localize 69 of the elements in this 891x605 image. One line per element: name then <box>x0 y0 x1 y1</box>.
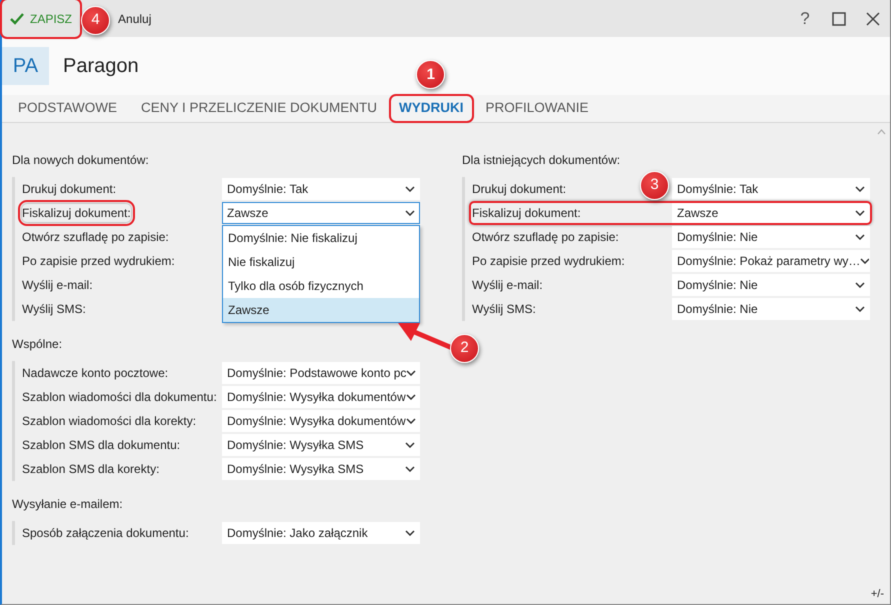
dropdown-field[interactable]: Zawsze <box>222 202 420 224</box>
chevron-down-icon <box>405 186 415 192</box>
dropdown-option[interactable]: Nie fiskalizuj <box>223 250 419 274</box>
tab[interactable]: PODSTAWOWE <box>16 96 119 121</box>
field-label: Fiskalizuj dokument: <box>472 205 581 222</box>
document-badge: PA <box>2 47 49 85</box>
field-label: Sposób załączenia dokumentu: <box>22 525 189 542</box>
field-label: Szablon SMS dla dokumentu: <box>22 437 180 454</box>
save-button[interactable]: ZAPISZ <box>2 0 80 37</box>
dropdown-field[interactable]: Domyślnie: Wysyłka dokumentów <box>222 410 420 432</box>
field-label: Wyślij e-mail: <box>22 277 93 294</box>
field-label: Drukuj dokument: <box>22 181 116 198</box>
field-label: Otwórz szufladę po zapisie: <box>472 229 619 246</box>
help-button[interactable]: ? <box>788 0 822 37</box>
scroll-up-icon <box>877 129 886 135</box>
dropdown-field[interactable]: Zawsze <box>672 202 870 224</box>
dropdown-field[interactable]: Domyślnie: Jako załącznik <box>222 522 420 544</box>
chevron-down-icon <box>855 234 865 240</box>
chevron-down-icon <box>405 442 415 448</box>
check-icon <box>10 12 24 24</box>
chevron-down-icon <box>405 530 415 536</box>
callout-marker: 3 <box>640 171 669 200</box>
chevron-down-icon <box>405 210 415 216</box>
dropdown-field[interactable]: Domyślnie: Wysyłka SMS <box>222 434 420 456</box>
dropdown-field[interactable]: Domyślnie: Nie <box>672 226 870 248</box>
field-label: Wyślij SMS: <box>472 301 536 318</box>
field-label: Po zapisie przed wydrukiem: <box>22 253 175 270</box>
field-label: Szablon wiadomości dla korekty: <box>22 413 196 430</box>
chevron-down-icon <box>855 186 865 192</box>
dropdown-field[interactable]: Domyślnie: Wysyłka SMS <box>222 458 420 480</box>
field-label: Szablon wiadomości dla dokumentu: <box>22 389 217 406</box>
section-title: Wysyłanie e-mailem: <box>12 496 124 513</box>
field-label: Szablon SMS dla korekty: <box>22 461 160 478</box>
chevron-down-icon <box>406 394 416 400</box>
document-title: Paragon <box>63 54 139 79</box>
field-label: Wyślij SMS: <box>22 301 86 318</box>
section-title: Dla nowych dokumentów: <box>12 152 150 169</box>
dropdown-option[interactable]: Tylko dla osób fizycznych <box>223 274 419 298</box>
chevron-down-icon <box>855 210 865 216</box>
dropdown-field[interactable]: Domyślnie: Pokaż parametry wy… <box>672 250 870 272</box>
dropdown-field[interactable]: Domyślnie: Tak <box>222 178 420 200</box>
dropdown-field[interactable]: Domyślnie: Tak <box>672 178 870 200</box>
chevron-down-icon <box>406 418 416 424</box>
chevron-down-icon <box>855 282 865 288</box>
chevron-down-icon <box>405 466 415 472</box>
section-title: Dla istniejących dokumentów: <box>462 152 622 169</box>
field-label: Wyślij e-mail: <box>472 277 543 294</box>
expand-toggle[interactable]: +/- <box>870 586 884 602</box>
maximize-icon <box>832 12 846 26</box>
close-icon <box>866 12 880 26</box>
cancel-button[interactable]: Anuluj <box>112 10 158 28</box>
dropdown-field[interactable]: Domyślnie: Nie <box>672 298 870 320</box>
dropdown-field[interactable]: Domyślnie: Nie <box>672 274 870 296</box>
field-label: Otwórz szufladę po zapisie: <box>22 229 169 246</box>
section-title: Wspólne: <box>12 336 64 353</box>
chevron-down-icon <box>406 370 416 376</box>
field-label: Nadawcze konto pocztowe: <box>22 365 168 382</box>
dropdown-option[interactable]: Zawsze <box>223 298 419 322</box>
callout-marker: 4 <box>81 6 110 35</box>
dropdown-field[interactable]: Domyślnie: Wysyłka dokumentów <box>222 386 420 408</box>
chevron-down-icon <box>860 258 869 264</box>
dropdown-option[interactable]: Domyślnie: Nie fiskalizuj <box>223 226 419 250</box>
field-label: Drukuj dokument: <box>472 181 566 198</box>
callout-marker: 2 <box>450 334 479 363</box>
tab[interactable]: CENY I PRZELICZENIE DOKUMENTU <box>139 96 380 121</box>
field-label: Po zapisie przed wydrukiem: <box>472 253 625 270</box>
dropdown-field[interactable]: Domyślnie: Podstawowe konto pc <box>222 362 420 384</box>
tab[interactable]: PROFILOWANIE <box>484 96 591 121</box>
chevron-down-icon <box>855 306 865 312</box>
